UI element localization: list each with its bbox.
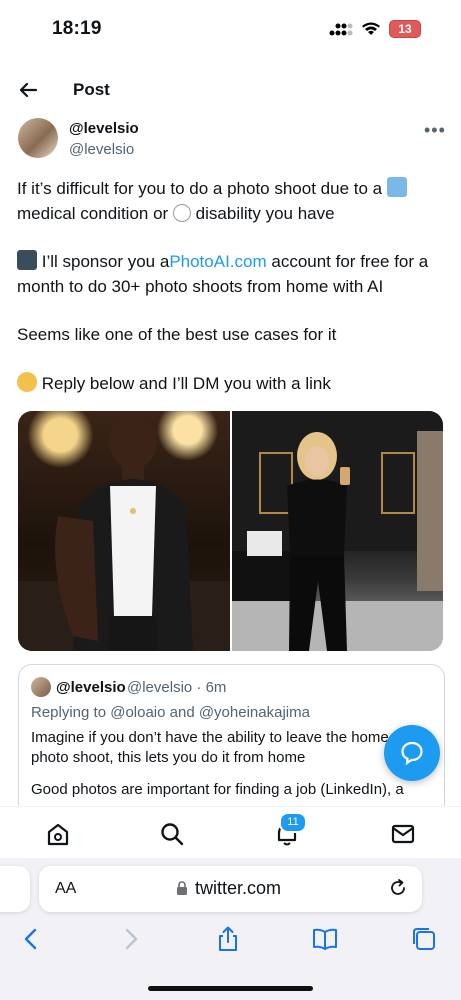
man-figure	[18, 413, 230, 651]
tweet-line-1b: medical condition or	[17, 203, 169, 223]
home-indicator[interactable]	[148, 986, 313, 991]
tweet-line-1c: disability you have	[195, 203, 335, 223]
tabs-icon[interactable]	[411, 926, 437, 952]
status-time: 18:19	[52, 18, 102, 39]
status-icons: 13	[329, 20, 421, 38]
notification-badge: 11	[279, 812, 307, 833]
photo-man[interactable]	[18, 411, 230, 651]
page-title: Post	[73, 80, 110, 99]
quote-text-1: Imagine if you don’t have the ability to…	[31, 729, 423, 766]
tweet-line-3: Seems like one of the best use cases for…	[17, 325, 337, 344]
photoai-link[interactable]: PhotoAI.com	[169, 252, 266, 271]
previous-tab-preview[interactable]	[0, 866, 30, 912]
author-name[interactable]: @levelsio	[69, 120, 139, 137]
wheelchair-emoji-icon	[172, 203, 191, 222]
quote-avatar[interactable]	[31, 677, 51, 697]
tweet-line-1a: If it’s difficult for you to do a photo …	[17, 179, 383, 198]
quoted-tweet[interactable]: @levelsio @levelsio · 6m Replying to @ol…	[18, 664, 445, 826]
quote-text: Imagine if you don’t have the ability to…	[31, 728, 441, 812]
reader-aa-button[interactable]: AA	[55, 880, 76, 898]
chevron-right-icon[interactable]	[118, 926, 144, 952]
wifi-icon	[362, 22, 380, 35]
search-icon[interactable]	[159, 821, 185, 847]
quote-replying-to[interactable]: Replying to @oloaio and @yoheinakajima	[31, 704, 310, 721]
reload-icon[interactable]	[388, 878, 408, 898]
quote-text-2: Good photos are important for finding a …	[31, 781, 404, 798]
compose-button[interactable]	[384, 725, 440, 781]
author-handle[interactable]: @levelsio	[69, 141, 134, 158]
signal-icon	[329, 23, 353, 36]
battery-indicator: 13	[389, 20, 421, 38]
woman-figure	[231, 411, 443, 651]
tweet-line-2a: I’ll sponsor you a	[41, 252, 170, 271]
tweet-line-4: Reply below and I’ll DM you with a link	[41, 373, 331, 393]
mail-icon[interactable]	[390, 821, 416, 847]
share-icon[interactable]	[215, 926, 241, 952]
back-arrow-icon[interactable]	[16, 78, 40, 102]
quote-author-handle[interactable]: @levelsio · 6m	[127, 679, 226, 696]
home-icon[interactable]	[45, 821, 71, 847]
url-text[interactable]: twitter.com	[195, 878, 281, 899]
more-icon[interactable]: •••	[424, 120, 446, 141]
bottom-tab-bar	[0, 806, 461, 859]
hospital-emoji-icon	[386, 177, 407, 197]
camera-emoji-icon	[17, 250, 37, 270]
photo-woman[interactable]	[231, 411, 443, 651]
tweet-media[interactable]	[18, 411, 443, 651]
tweet-text: If it’s difficult for you to do a photo …	[17, 177, 447, 396]
avatar[interactable]	[18, 118, 58, 158]
compose-icon	[401, 741, 423, 766]
bookmarks-icon[interactable]	[312, 926, 338, 952]
lock-icon	[177, 881, 187, 895]
quote-author-name[interactable]: @levelsio	[56, 679, 126, 696]
chevron-left-icon[interactable]	[18, 926, 44, 952]
pointing-down-emoji-icon	[17, 371, 37, 392]
